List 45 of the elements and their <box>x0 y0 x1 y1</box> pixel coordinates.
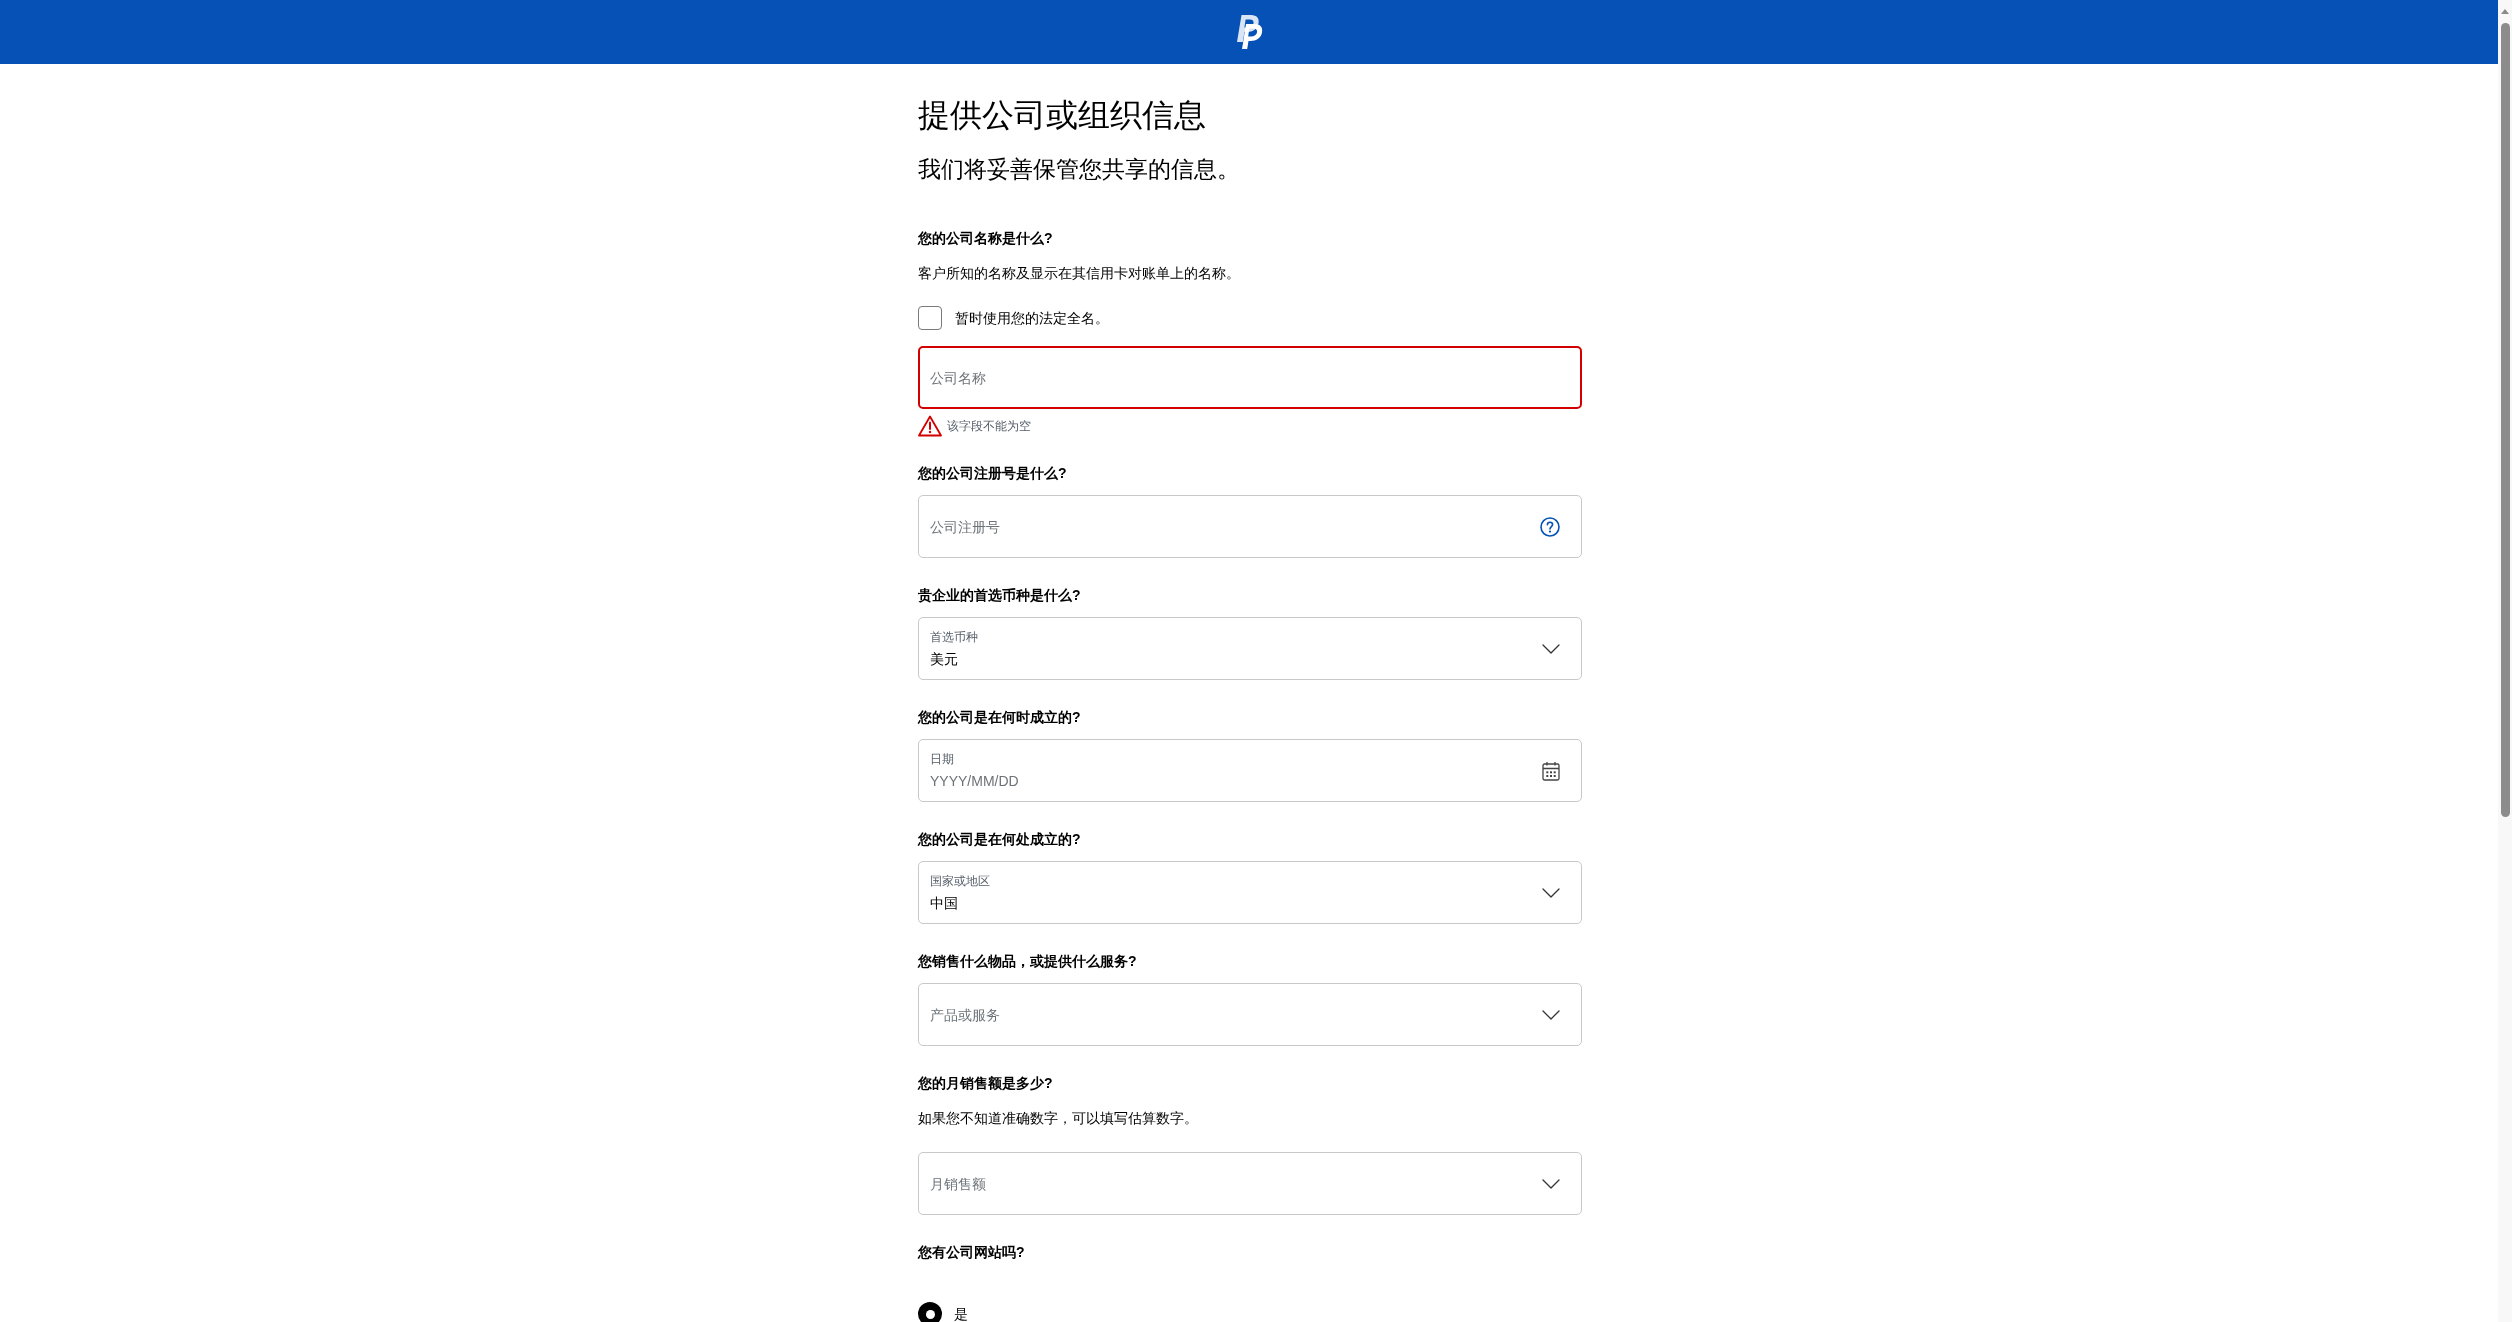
question-label: 贵企业的首选币种是什么? <box>918 586 1082 605</box>
question-label: 您的公司是在何处成立的? <box>918 830 1082 849</box>
chevron-down-icon <box>1542 643 1560 654</box>
question-label: 您的公司名称是什么? <box>918 229 1054 248</box>
field-value: 中国 <box>930 893 958 913</box>
chevron-down-icon <box>1542 1009 1560 1020</box>
radio-button[interactable] <box>918 1302 942 1322</box>
field-value: 美元 <box>930 649 958 669</box>
error-message: 该字段不能为空 <box>947 418 1031 434</box>
page-title: 提供公司或组织信息 <box>918 96 1207 135</box>
help-icon[interactable] <box>1540 516 1560 537</box>
field-label: 国家或地区 <box>930 872 990 889</box>
question-label: 您的公司注册号是什么? <box>918 464 1068 483</box>
field-label: 日期 <box>930 750 954 767</box>
dropdown-field[interactable]: 首选币种 美元 <box>918 617 1582 680</box>
radio-label: 是 <box>954 1305 968 1322</box>
checkbox-label: 暂时使用您的法定全名。 <box>955 309 1109 328</box>
dropdown-field[interactable]: 产品或服务 <box>918 983 1582 1046</box>
calendar-icon[interactable] <box>1542 760 1560 781</box>
question-hint: 如果您不知道准确数字，可以填写估算数字。 <box>918 1109 1199 1128</box>
scrollbar-thumb[interactable] <box>2500 23 2510 817</box>
text-field[interactable]: 公司名称 <box>918 346 1582 409</box>
question-label: 您销售什么物品，或提供什么服务? <box>918 952 1138 971</box>
dropdown-field[interactable]: 国家或地区 中国 <box>918 861 1582 924</box>
dropdown-input[interactable]: 月销售额 <box>930 1173 1530 1194</box>
date-field[interactable]: 日期 YYYY/MM/DD <box>918 739 1582 802</box>
page-subtitle: 我们将妥善保管您共享的信息。 <box>918 155 1241 184</box>
date-input[interactable]: YYYY/MM/DD <box>930 770 1530 791</box>
logo[interactable] <box>1234 14 1264 50</box>
question-hint: 客户所知的名称及显示在其信用卡对账单上的名称。 <box>918 264 1241 283</box>
text-input[interactable]: 公司注册号 <box>930 516 1528 537</box>
scroll-up-arrow-icon[interactable] <box>2501 9 2509 14</box>
text-field[interactable]: 公司注册号 <box>918 495 1582 558</box>
field-label: 首选币种 <box>930 628 978 645</box>
scrollbar[interactable] <box>2498 0 2512 1322</box>
text-input[interactable]: 公司名称 <box>930 367 1560 388</box>
checkbox[interactable] <box>918 306 942 330</box>
question-label: 您的月销售额是多少? <box>918 1074 1054 1093</box>
question-label: 您有公司网站吗? <box>918 1243 1026 1262</box>
chevron-down-icon <box>1542 887 1560 898</box>
dropdown-field[interactable]: 月销售额 <box>918 1152 1582 1215</box>
chevron-down-icon <box>1542 1178 1560 1189</box>
question-label: 您的公司是在何时成立的? <box>918 708 1082 727</box>
warning-icon <box>918 415 942 437</box>
dropdown-input[interactable]: 产品或服务 <box>930 1004 1530 1025</box>
